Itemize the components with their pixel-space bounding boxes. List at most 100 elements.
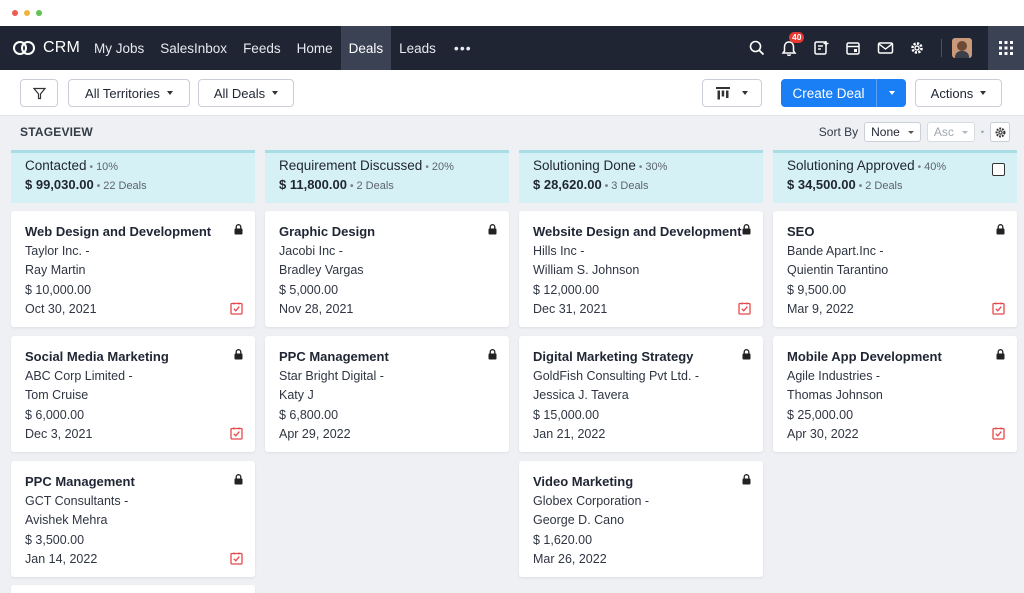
deal-contact: Jessica J. Tavera — [533, 388, 629, 402]
search-button[interactable] — [741, 26, 773, 70]
nav-item-my-jobs[interactable]: My Jobs — [86, 26, 152, 70]
deal-account: ABC Corp Limited - — [25, 368, 133, 383]
filter-button[interactable] — [20, 79, 58, 107]
apps-grid-button[interactable] — [988, 26, 1024, 70]
deal-card[interactable]: Mobile App Development Agile Industries … — [773, 336, 1017, 452]
lock-icon — [742, 349, 751, 360]
filter-icon — [32, 87, 46, 99]
stage-deal-count: 2 Deals — [865, 180, 903, 192]
nav-item-home[interactable]: Home — [289, 26, 341, 70]
deal-amount: $ 25,000.00 — [787, 407, 854, 422]
deal-amount: $ 9,500.00 — [787, 282, 847, 297]
avatar[interactable] — [952, 38, 972, 58]
sort-controls: Sort By None Asc • — [819, 122, 1010, 142]
deal-card[interactable]: SEO Bande Apart.Inc - Quientin Tarantino… — [773, 211, 1017, 327]
task-due-icon[interactable] — [992, 427, 1005, 440]
actions-dropdown-label: Actions — [930, 85, 974, 101]
stage-total-amount: $ 11,800.00 — [279, 177, 347, 192]
deal-closing-date: Jan 21, 2022 — [533, 427, 606, 441]
view-switcher-dropdown[interactable] — [702, 79, 762, 107]
sort-order-dropdown[interactable]: Asc — [926, 122, 975, 142]
stage-deal-count: 2 Deals — [356, 180, 394, 192]
stage-header: Solutioning Done • 30% $ 28,620.00 • 3 Deals — [519, 150, 763, 203]
deal-amount: $ 5,000.00 — [279, 282, 339, 297]
stage-total-amount: $ 34,500.00 — [787, 177, 856, 192]
deal-account: Bande Apart.Inc - — [787, 243, 884, 258]
deal-account: Globex Corporation - — [533, 493, 650, 508]
stage-view-label: STAGEVIEW — [20, 125, 93, 139]
window-minimize-dot[interactable] — [24, 10, 30, 16]
deal-card[interactable]: Digital Marketing Strategy GoldFish Cons… — [519, 336, 763, 452]
window-maximize-dot[interactable] — [36, 10, 42, 16]
lock-icon — [996, 349, 1005, 360]
deal-contact: Bradley Vargas — [279, 263, 364, 277]
nav-right-actions: 40 — [741, 26, 1024, 70]
sort-by-dropdown[interactable]: None — [864, 122, 921, 142]
deal-card[interactable]: Social Media Marketing ABC Corp Limited … — [11, 336, 255, 452]
nav-item-feeds[interactable]: Feeds — [235, 26, 289, 70]
nav-item-deals[interactable]: Deals — [340, 26, 392, 70]
search-icon — [749, 40, 765, 56]
task-due-icon[interactable] — [738, 302, 751, 315]
deal-contact: Avishek Mehra — [25, 513, 108, 527]
task-due-icon[interactable] — [992, 302, 1005, 315]
nav-more-button[interactable]: ••• — [444, 26, 482, 70]
nav-item-salesinbox[interactable]: SalesInbox — [152, 26, 235, 70]
territories-dropdown[interactable]: All Territories — [68, 79, 190, 107]
actions-dropdown[interactable]: Actions — [915, 79, 1002, 107]
notifications-button[interactable]: 40 — [773, 26, 805, 70]
deal-card[interactable]: Web Design and Development Taylor Inc. -… — [11, 211, 255, 327]
app-logo[interactable]: CRM — [0, 39, 86, 57]
deal-name: PPC Management — [279, 349, 389, 364]
deal-name: PPC Management — [25, 474, 135, 489]
chevron-down-icon — [742, 91, 748, 95]
deal-card[interactable]: PPC Management Star Bright Digital - Kat… — [265, 336, 509, 452]
dot-separator: • — [638, 162, 643, 173]
stage-header: Contacted • 10% $ 99,030.00 • 22 Deals — [11, 150, 255, 203]
lock-icon — [234, 224, 243, 235]
deal-name: Social Media Marketing — [25, 349, 169, 364]
deal-amount: $ 1,620.00 — [533, 532, 593, 547]
calendar-button[interactable] — [837, 26, 869, 70]
deal-card[interactable]: Website Design and Development Hills Inc… — [519, 211, 763, 327]
deal-card[interactable]: PPC Management GCT Consultants - Avishek… — [11, 461, 255, 577]
stage-column-solutioning-done: Solutioning Done • 30% $ 28,620.00 • 3 Deals… — [519, 150, 763, 577]
add-note-button[interactable] — [805, 26, 837, 70]
stage-total-amount: $ 28,620.00 — [533, 177, 602, 192]
create-deal-button[interactable]: Create Deal — [781, 79, 877, 107]
app-name: CRM — [43, 39, 81, 56]
deal-card-partial[interactable] — [11, 585, 255, 593]
task-due-icon[interactable] — [230, 552, 243, 565]
deal-closing-date: Jan 14, 2022 — [25, 552, 98, 566]
deal-closing-date: Dec 3, 2021 — [25, 427, 93, 441]
deal-account: Hills Inc - — [533, 243, 585, 258]
task-due-icon[interactable] — [230, 302, 243, 315]
deals-view-dropdown[interactable]: All Deals — [198, 79, 294, 107]
stage-name: Solutioning Approved — [787, 158, 915, 173]
dot-separator: • — [425, 162, 429, 173]
stage-total-amount: $ 99,030.00 — [25, 177, 94, 192]
window-close-dot[interactable] — [12, 10, 18, 16]
create-deal-menu-button[interactable] — [877, 79, 906, 107]
dot-separator: • — [858, 181, 863, 192]
stage-select-checkbox[interactable] — [992, 163, 1005, 176]
deal-card[interactable]: Graphic Design Jacobi Inc - Bradley Varg… — [265, 211, 509, 327]
deal-name: Website Design and Development — [533, 224, 742, 239]
deal-amount: $ 12,000.00 — [533, 282, 600, 297]
sort-separator-dot: • — [980, 127, 984, 137]
lock-icon — [742, 224, 751, 235]
deal-card[interactable]: Video Marketing Globex Corporation - Geo… — [519, 461, 763, 577]
sort-by-value: None — [871, 125, 900, 139]
settings-button[interactable] — [901, 26, 933, 70]
board-settings-button[interactable] — [990, 122, 1010, 142]
deal-contact: William S. Johnson — [533, 263, 640, 277]
stage-header: Requirement Discussed • 20% $ 11,800.00 • 2 … — [265, 150, 509, 203]
chevron-down-icon — [166, 91, 173, 95]
mail-button[interactable] — [869, 26, 901, 70]
nav-item-leads[interactable]: Leads — [391, 26, 444, 70]
task-due-icon[interactable] — [230, 427, 243, 440]
chevron-down-icon — [272, 91, 279, 95]
deal-name: Digital Marketing Strategy — [533, 349, 694, 364]
stage-probability: 30% — [645, 161, 668, 173]
kanban-view-icon — [716, 86, 730, 99]
